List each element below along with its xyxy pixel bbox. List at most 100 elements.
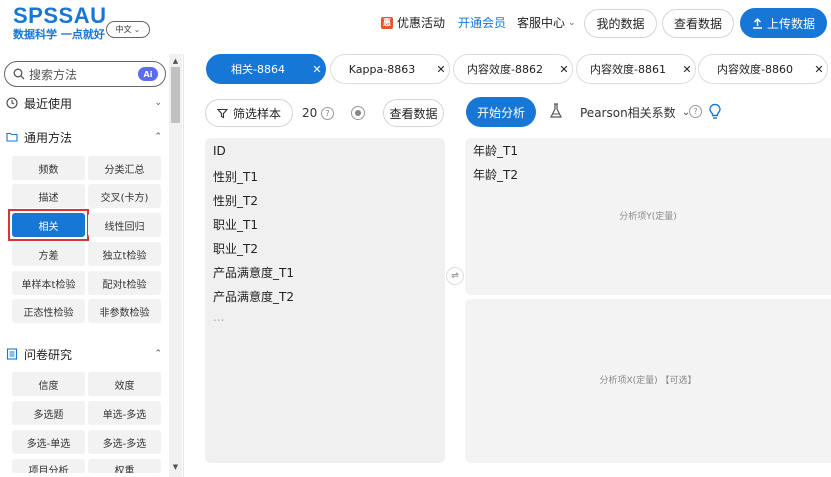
scroll-thumb[interactable] bbox=[171, 67, 180, 123]
close-icon[interactable]: ✕ bbox=[433, 63, 449, 76]
close-icon[interactable]: ✕ bbox=[679, 63, 695, 76]
method-item-correlation[interactable]: 相关 bbox=[12, 213, 85, 237]
search-placeholder: 搜索方法 bbox=[29, 67, 78, 82]
y-dropzone-hint: 分析项Y(定量) bbox=[619, 212, 677, 222]
close-icon[interactable]: ✕ bbox=[811, 63, 827, 76]
method-item-linear-regression[interactable]: 线性回归 bbox=[88, 213, 161, 237]
ai-badge[interactable]: Ai bbox=[138, 67, 158, 81]
variable-item[interactable]: 产品满意度_T2 bbox=[213, 288, 294, 305]
general-label: 通用方法 bbox=[24, 130, 73, 145]
analysis-x-dropzone[interactable]: 分析项X(定量) 【可选】 bbox=[465, 299, 831, 463]
scroll-down-arrow-icon[interactable]: ▼ bbox=[169, 461, 182, 473]
close-icon[interactable]: ✕ bbox=[556, 63, 572, 76]
top-header: SPSSAU 数据科学 一点就好 中文 ⌄ 惠 优惠活动 开通会员 客服中心 ⌄… bbox=[0, 0, 831, 48]
x-dropzone-hint: 分析项X(定量) 【可选】 bbox=[599, 376, 697, 386]
record-icon[interactable] bbox=[351, 106, 365, 120]
filter-sample-button[interactable]: 筛选样本 bbox=[205, 99, 293, 127]
analysis-y-dropzone[interactable]: 年龄_T1 年龄_T2 分析项Y(定量) bbox=[465, 138, 831, 295]
method-item-anova[interactable]: 方差 bbox=[12, 242, 85, 266]
tab-content-validity-8860[interactable]: 内容效度-8860 ✕ bbox=[698, 54, 828, 84]
recent-section-header[interactable]: 最近使用 ⌄ bbox=[6, 93, 164, 113]
clock-icon bbox=[6, 97, 18, 109]
tab-label: Kappa-8863 bbox=[348, 62, 416, 76]
language-label: 中文 bbox=[115, 25, 132, 34]
chevron-down-icon: ⌄ bbox=[133, 25, 141, 34]
tab-label: 相关-8864 bbox=[231, 63, 285, 76]
recent-label: 最近使用 bbox=[24, 96, 73, 111]
variable-item[interactable]: 性别_T1 bbox=[213, 168, 258, 185]
flask-icon[interactable] bbox=[549, 103, 563, 119]
lightbulb-icon[interactable] bbox=[708, 103, 722, 120]
help-icon[interactable]: ? bbox=[689, 105, 702, 118]
method-item-crosstab[interactable]: 交叉(卡方) bbox=[88, 184, 161, 208]
promo-link[interactable]: 惠 优惠活动 bbox=[381, 14, 445, 31]
method-item-multiple-multiple[interactable]: 多选-多选 bbox=[88, 430, 161, 454]
my-data-button[interactable]: 我的数据 bbox=[584, 9, 657, 38]
analysis-tabs: 相关-8864 ✕ Kappa-8863 ✕ 内容效度-8862 ✕ 内容效度-… bbox=[187, 48, 831, 92]
gift-icon: 惠 bbox=[381, 16, 393, 29]
filter-icon bbox=[216, 108, 228, 118]
method-item-descriptive[interactable]: 描述 bbox=[12, 184, 85, 208]
start-analysis-button[interactable]: 开始分析 bbox=[466, 97, 536, 127]
language-selector[interactable]: 中文 ⌄ bbox=[106, 21, 150, 38]
variable-item[interactable]: ID bbox=[213, 144, 226, 158]
service-center-menu[interactable]: 客服中心 ⌄ bbox=[517, 14, 576, 31]
y-variable-item[interactable]: 年龄_T2 bbox=[473, 166, 518, 183]
method-item-nonparametric[interactable]: 非参数检验 bbox=[88, 299, 161, 323]
logo-slogan: 数据科学 一点就好 bbox=[13, 28, 105, 41]
method-dropdown[interactable]: Pearson相关系数 ⌄ bbox=[580, 104, 690, 121]
method-item-single-multiple[interactable]: 单选-多选 bbox=[88, 401, 161, 425]
tab-label: 内容效度-8861 bbox=[590, 63, 666, 76]
tab-content-validity-8862[interactable]: 内容效度-8862 ✕ bbox=[453, 54, 573, 84]
swap-icon[interactable]: ⇌ bbox=[446, 267, 464, 285]
y-variable-item[interactable]: 年龄_T1 bbox=[473, 142, 518, 159]
method-item-one-sample-t[interactable]: 单样本t检验 bbox=[12, 271, 85, 295]
tab-kappa-8863[interactable]: Kappa-8863 ✕ bbox=[330, 54, 450, 84]
variable-more-indicator: ... bbox=[213, 310, 225, 324]
chevron-up-icon: ⌃ bbox=[154, 132, 162, 142]
variable-item[interactable]: 职业_T1 bbox=[213, 216, 258, 233]
sample-count: 20 bbox=[302, 106, 318, 120]
view-data-header-button[interactable]: 查看数据 bbox=[662, 9, 734, 38]
method-item-validity[interactable]: 效度 bbox=[88, 372, 161, 396]
help-icon[interactable]: ? bbox=[321, 107, 334, 120]
survey-section-header[interactable]: 问卷研究 ⌃ bbox=[6, 344, 164, 364]
service-label: 客服中心 bbox=[517, 16, 566, 30]
method-item-independent-t[interactable]: 独立t检验 bbox=[88, 242, 161, 266]
method-item-normality[interactable]: 正态性检验 bbox=[12, 299, 85, 323]
method-item-multiple-single[interactable]: 多选-单选 bbox=[12, 430, 85, 454]
variable-item[interactable]: 产品满意度_T1 bbox=[213, 264, 294, 281]
search-icon bbox=[13, 68, 25, 80]
method-item-multiple-choice[interactable]: 多选题 bbox=[12, 401, 85, 425]
method-dropdown-value: Pearson相关系数 bbox=[580, 106, 676, 120]
promo-label: 优惠活动 bbox=[397, 16, 446, 30]
vip-link[interactable]: 开通会员 bbox=[458, 14, 506, 31]
method-item-weight[interactable]: 权重 bbox=[88, 459, 161, 473]
method-sidebar: 搜索方法 Ai 最近使用 ⌄ 通用方法 ⌃ 频数 分类汇总 描述 交叉(卡方) … bbox=[0, 54, 184, 477]
method-item-frequency[interactable]: 频数 bbox=[12, 156, 85, 180]
chevron-down-icon: ⌄ bbox=[154, 98, 162, 108]
filter-label: 筛选样本 bbox=[232, 106, 281, 121]
variable-item[interactable]: 职业_T2 bbox=[213, 240, 258, 257]
method-item-item-analysis[interactable]: 项目分析 bbox=[12, 459, 85, 473]
method-item-paired-t[interactable]: 配对t检验 bbox=[88, 271, 161, 295]
tab-content-validity-8861[interactable]: 内容效度-8861 ✕ bbox=[576, 54, 696, 84]
sidebar-scrollbar[interactable]: ▲ ▼ bbox=[169, 54, 182, 477]
tab-correlation-8864[interactable]: 相关-8864 ✕ bbox=[206, 54, 326, 84]
tab-label: 内容效度-8862 bbox=[467, 63, 543, 76]
method-item-grouped-summary[interactable]: 分类汇总 bbox=[88, 156, 161, 180]
close-icon[interactable]: ✕ bbox=[309, 63, 325, 76]
method-item-reliability[interactable]: 信度 bbox=[12, 372, 85, 396]
tab-label: 内容效度-8860 bbox=[717, 63, 793, 76]
survey-label: 问卷研究 bbox=[24, 347, 73, 362]
upload-data-button[interactable]: 上传数据 bbox=[740, 8, 827, 38]
general-section-header[interactable]: 通用方法 ⌃ bbox=[6, 127, 164, 147]
upload-label: 上传数据 bbox=[766, 16, 815, 31]
method-search-input[interactable]: 搜索方法 Ai bbox=[4, 61, 166, 87]
document-list-icon bbox=[6, 348, 18, 360]
view-data-button[interactable]: 查看数据 bbox=[383, 99, 444, 127]
variable-list: ID 性别_T1 性别_T2 职业_T1 职业_T2 产品满意度_T1 产品满意… bbox=[205, 138, 445, 463]
chevron-down-icon: ⌄ bbox=[568, 17, 576, 28]
scroll-up-arrow-icon[interactable]: ▲ bbox=[169, 55, 182, 67]
variable-item[interactable]: 性别_T2 bbox=[213, 192, 258, 209]
